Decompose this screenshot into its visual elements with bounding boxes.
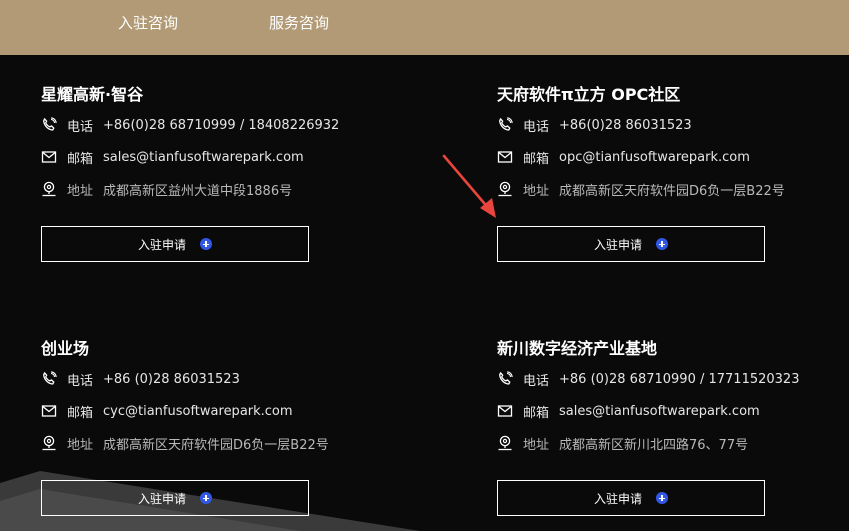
phone-value: +86 (0)28 68710990 / 17711520323 — [559, 371, 800, 387]
phone-row: 电话 +86(0)28 86031523 — [497, 115, 797, 135]
phone-label: 电话 — [67, 373, 94, 389]
plus-circle-icon — [200, 238, 212, 250]
address-label: 地址 — [67, 437, 94, 453]
mail-icon — [497, 403, 513, 419]
phone-label: 电话 — [67, 119, 94, 135]
address-value: 成都高新区新川北四路76、77号 — [559, 437, 749, 453]
email-row: 邮箱 cyc@tianfusoftwarepark.com — [41, 401, 341, 421]
address-label: 地址 — [67, 183, 94, 199]
park-card-opc: 天府软件π立方 OPC社区 电话 +86(0)28 86031523 邮箱 op… — [497, 83, 797, 199]
phone-label: 电话 — [523, 373, 550, 389]
mail-icon — [41, 403, 57, 419]
address-value: 成都高新区益州大道中段1886号 — [103, 183, 293, 199]
card-title: 新川数字经济产业基地 — [497, 339, 658, 358]
phone-icon — [497, 371, 513, 387]
apply-button-label: 入驻申请 — [593, 491, 642, 506]
apply-button-label: 入驻申请 — [137, 491, 186, 506]
mail-icon — [41, 149, 57, 165]
apply-button-label: 入驻申请 — [137, 237, 186, 252]
address-value: 成都高新区天府软件园D6负一层B22号 — [103, 437, 329, 453]
park-card-xinchuan: 新川数字经济产业基地 电话 +86 (0)28 68710990 / 17711… — [497, 337, 800, 453]
address-row: 地址 成都高新区天府软件园D6负一层B22号 — [41, 433, 341, 453]
address-label: 地址 — [523, 437, 550, 453]
plus-circle-icon — [656, 492, 668, 504]
email-value[interactable]: opc@tianfusoftwarepark.com — [559, 150, 750, 165]
email-row: 邮箱 sales@tianfusoftwarepark.com — [41, 147, 341, 167]
apply-button-xinchuan[interactable]: 入驻申请 — [497, 480, 765, 516]
address-row: 地址 成都高新区益州大道中段1886号 — [41, 179, 341, 199]
email-value[interactable]: cyc@tianfusoftwarepark.com — [103, 404, 293, 419]
location-icon — [497, 181, 513, 197]
email-label: 邮箱 — [523, 151, 550, 167]
annotation-arrow-icon — [442, 154, 496, 218]
park-card-chuangyechang: 创业场 电话 +86 (0)28 86031523 邮箱 cyc@tianfus… — [41, 337, 341, 453]
location-icon — [41, 181, 57, 197]
top-nav-bar: 入驻咨询 服务咨询 — [0, 0, 849, 55]
address-row: 地址 成都高新区天府软件园D6负一层B22号 — [497, 179, 797, 199]
email-value[interactable]: sales@tianfusoftwarepark.com — [103, 150, 304, 165]
apply-button-label: 入驻申请 — [593, 237, 642, 252]
park-card-xingyao: 星耀高新·智谷 电话 +86(0)28 68710999 / 184082269… — [41, 83, 341, 199]
phone-row: 电话 +86 (0)28 86031523 — [41, 369, 341, 389]
phone-icon — [497, 117, 513, 133]
email-label: 邮箱 — [523, 405, 550, 421]
phone-label: 电话 — [523, 119, 550, 135]
phone-icon — [41, 117, 57, 133]
email-label: 邮箱 — [67, 405, 94, 421]
phone-value: +86 (0)28 86031523 — [103, 371, 240, 387]
phone-row: 电话 +86(0)28 68710999 / 18408226932 — [41, 115, 341, 135]
apply-button-opc[interactable]: 入驻申请 — [497, 226, 765, 262]
card-title: 星耀高新·智谷 — [41, 85, 144, 104]
nav-link-service-consult[interactable]: 服务咨询 — [269, 12, 329, 33]
plus-circle-icon — [200, 492, 212, 504]
location-icon — [41, 435, 57, 451]
card-title: 创业场 — [41, 339, 90, 358]
email-label: 邮箱 — [67, 151, 94, 167]
location-icon — [497, 435, 513, 451]
email-row: 邮箱 sales@tianfusoftwarepark.com — [497, 401, 797, 421]
address-row: 地址 成都高新区新川北四路76、77号 — [497, 433, 797, 453]
address-label: 地址 — [523, 183, 550, 199]
email-row: 邮箱 opc@tianfusoftwarepark.com — [497, 147, 797, 167]
address-value: 成都高新区天府软件园D6负一层B22号 — [559, 183, 785, 199]
apply-button-xingyao[interactable]: 入驻申请 — [41, 226, 309, 262]
nav-link-settle-consult[interactable]: 入驻咨询 — [118, 12, 178, 33]
apply-button-chuangyechang[interactable]: 入驻申请 — [41, 480, 309, 516]
phone-icon — [41, 371, 57, 387]
card-title: 天府软件π立方 OPC社区 — [497, 85, 681, 104]
plus-circle-icon — [656, 238, 668, 250]
phone-row: 电话 +86 (0)28 68710990 / 17711520323 — [497, 369, 800, 389]
phone-value: +86(0)28 68710999 / 18408226932 — [103, 117, 340, 133]
mail-icon — [497, 149, 513, 165]
email-value[interactable]: sales@tianfusoftwarepark.com — [559, 404, 760, 419]
phone-value: +86(0)28 86031523 — [559, 117, 692, 133]
